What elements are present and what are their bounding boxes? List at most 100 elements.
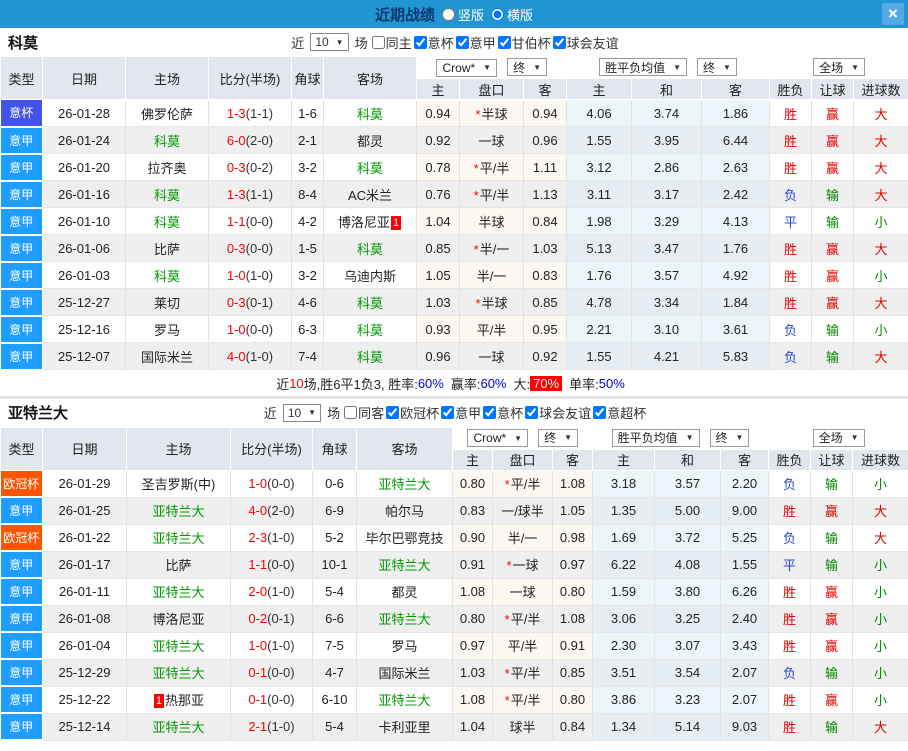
final-avg-select[interactable]: 终 ▼ (697, 58, 737, 76)
fulltime-score: 6-0 (226, 132, 246, 148)
away-team-name: 亚特兰大 (378, 558, 431, 573)
vertical-layout-radio[interactable] (441, 7, 455, 21)
cell-avg-draw: 3.10 (631, 315, 702, 343)
away-team-name: 帕尔马 (384, 504, 424, 519)
odds-source-select[interactable]: Crow* ▼ (467, 429, 529, 447)
odds-source-select[interactable]: Crow* ▼ (436, 58, 498, 77)
cell-result: 胜 (769, 153, 813, 181)
cell-score: 1-1(0-0) (230, 551, 313, 579)
cell-goals: 小 (852, 605, 908, 633)
table-row: 意甲 25-12-14 亚特兰大 2-1(1-0) 5-4 卡利亚里 1.04 球半 0.84 1… (0, 713, 908, 741)
league-checkbox-2[interactable]: 甘伯杯 (497, 33, 551, 52)
column-header: 客场 (323, 56, 417, 100)
table-row: 意甲 25-12-22 1 热那亚 0-1(0-0) 6-10 亚特兰大 1.08 *平/半 0.… (0, 686, 908, 714)
cell-goals: 大 (852, 524, 908, 552)
league-checkbox-3[interactable]: 球会友谊 (525, 403, 591, 422)
league-checkbox-2-input[interactable] (497, 35, 511, 49)
cell-avg-home: 1.34 (592, 713, 655, 741)
cell-type: 欧冠杯 (0, 524, 43, 552)
scope-select[interactable]: 全场 ▼ (812, 428, 865, 447)
league-checkbox-2-input[interactable] (483, 406, 497, 419)
close-icon[interactable]: × (882, 3, 904, 25)
cell-home-odds: 0.96 (416, 342, 460, 370)
table-row: 欧冠杯 26-01-29 圣吉罗斯(中) 1-0(0-0) 0-6 亚特兰大 0.80 *平/… (0, 470, 908, 498)
cell-home-odds: 0.92 (416, 126, 460, 154)
avg-select[interactable]: 胜平负均值 ▼ (599, 58, 688, 76)
same-venue-checkbox-label: 同主 (385, 35, 412, 51)
cell-goals: 大 (853, 153, 908, 181)
match-count-select[interactable]: 10 ▼ (310, 33, 349, 51)
column-header: 日期 (42, 56, 126, 100)
final-odds-select[interactable]: 终 ▼ (538, 428, 579, 447)
cell-away-odds: 0.98 (552, 524, 593, 552)
league-checkbox-3[interactable]: 球会友谊 (552, 33, 619, 52)
final-avg-select[interactable]: 终 ▼ (709, 428, 750, 447)
cell-handicap-result: 输 (810, 470, 854, 498)
table-row: 意甲 26-01-25 亚特兰大 4-0(2-0) 6-9 帕尔马 0.83 一/球半 1.05… (0, 497, 908, 525)
cell-home-odds: 0.85 (416, 234, 460, 262)
cell-score: 1-1(0-0) (208, 207, 292, 235)
same-venue-checkbox-input[interactable] (344, 406, 358, 419)
league-checkbox-1[interactable]: 意甲 (441, 403, 481, 422)
cell-away: 乌迪内斯 (323, 261, 417, 289)
match-count-select[interactable]: 10 ▼ (282, 403, 322, 422)
league-checkbox-0-input[interactable] (386, 406, 400, 419)
title-bar: 近期战绩 竖版 横版 × (0, 0, 908, 28)
cell-score: 0-3(0-1) (208, 288, 292, 316)
cell-avg-home: 1.69 (592, 524, 655, 552)
same-venue-checkbox[interactable]: 同主 (371, 33, 412, 52)
cell-home: 莱切 (125, 288, 209, 316)
cell-result: 胜 (769, 126, 813, 154)
league-checkbox-4[interactable]: 意超杯 (593, 403, 646, 422)
cell-handicap: *半/一 (459, 234, 524, 262)
league-checkbox-1-input[interactable] (455, 35, 469, 49)
cell-home: 佛罗伦萨 (125, 99, 209, 127)
cell-away: 亚特兰大 (356, 551, 453, 579)
halftime-score: (1-1) (245, 105, 274, 121)
league-checkbox-2[interactable]: 意杯 (483, 403, 523, 422)
league-checkbox-4-input[interactable] (593, 406, 607, 419)
cell-avg-away: 4.92 (701, 261, 771, 289)
avg-select[interactable]: 胜平负均值 ▼ (611, 428, 700, 447)
cell-corners: 5-4 (312, 713, 357, 741)
cell-date: 25-12-14 (42, 713, 127, 741)
column-header: 比分(半场) (230, 426, 313, 471)
cell-handicap-result: 赢 (810, 497, 854, 525)
cell-goals: 大 (853, 126, 908, 154)
scope-select-value: 全场 (819, 60, 844, 75)
league-checkbox-3-input[interactable] (525, 406, 539, 419)
cell-type: 欧冠杯 (0, 470, 43, 498)
same-venue-checkbox[interactable]: 同客 (344, 403, 384, 422)
away-team-name: 科莫 (356, 106, 383, 122)
table-row: 意甲 25-12-27 莱切 0-3(0-1) 4-6 科莫 1.03 *半球 0.85 4.78… (0, 288, 908, 317)
league-checkbox-1-input[interactable] (441, 406, 455, 419)
cell-result: 负 (768, 659, 812, 687)
league-checkbox-1[interactable]: 意甲 (455, 33, 496, 52)
odds-source-select-value: Crow* (442, 60, 476, 75)
final-odds-select[interactable]: 终 ▼ (507, 58, 548, 76)
same-venue-checkbox-input[interactable] (371, 35, 385, 49)
cell-handicap-result: 输 (811, 180, 855, 208)
league-checkbox-0[interactable]: 意杯 (413, 33, 454, 52)
handicap-line: 平/半 (510, 477, 541, 492)
league-checkbox-0[interactable]: 欧冠杯 (386, 403, 439, 422)
cell-away-odds: 0.80 (552, 578, 593, 606)
league-checkbox-3-input[interactable] (552, 35, 566, 49)
cell-result: 负 (769, 315, 813, 343)
cell-away: 都灵 (323, 126, 417, 154)
cell-away: 科莫 (323, 234, 417, 262)
cell-home-odds: 1.03 (452, 659, 493, 687)
final-odds-select-value: 终 (544, 431, 557, 445)
cell-avg-draw: 3.34 (631, 288, 702, 316)
sub-column-header: 客 (700, 78, 771, 100)
cell-date: 25-12-16 (42, 315, 126, 343)
horizontal-layout-radio[interactable] (491, 7, 504, 21)
halftime-score: (0-0) (245, 321, 274, 337)
home-team-name: 比萨 (153, 241, 180, 257)
scope-select[interactable]: 全场 ▼ (813, 58, 865, 76)
cell-handicap-result: 赢 (810, 605, 854, 633)
final-avg-select-value: 终 (703, 60, 716, 75)
league-checkbox-0-input[interactable] (413, 35, 427, 49)
cell-avg-home: 1.59 (592, 578, 655, 606)
cell-avg-home: 3.18 (592, 470, 655, 498)
